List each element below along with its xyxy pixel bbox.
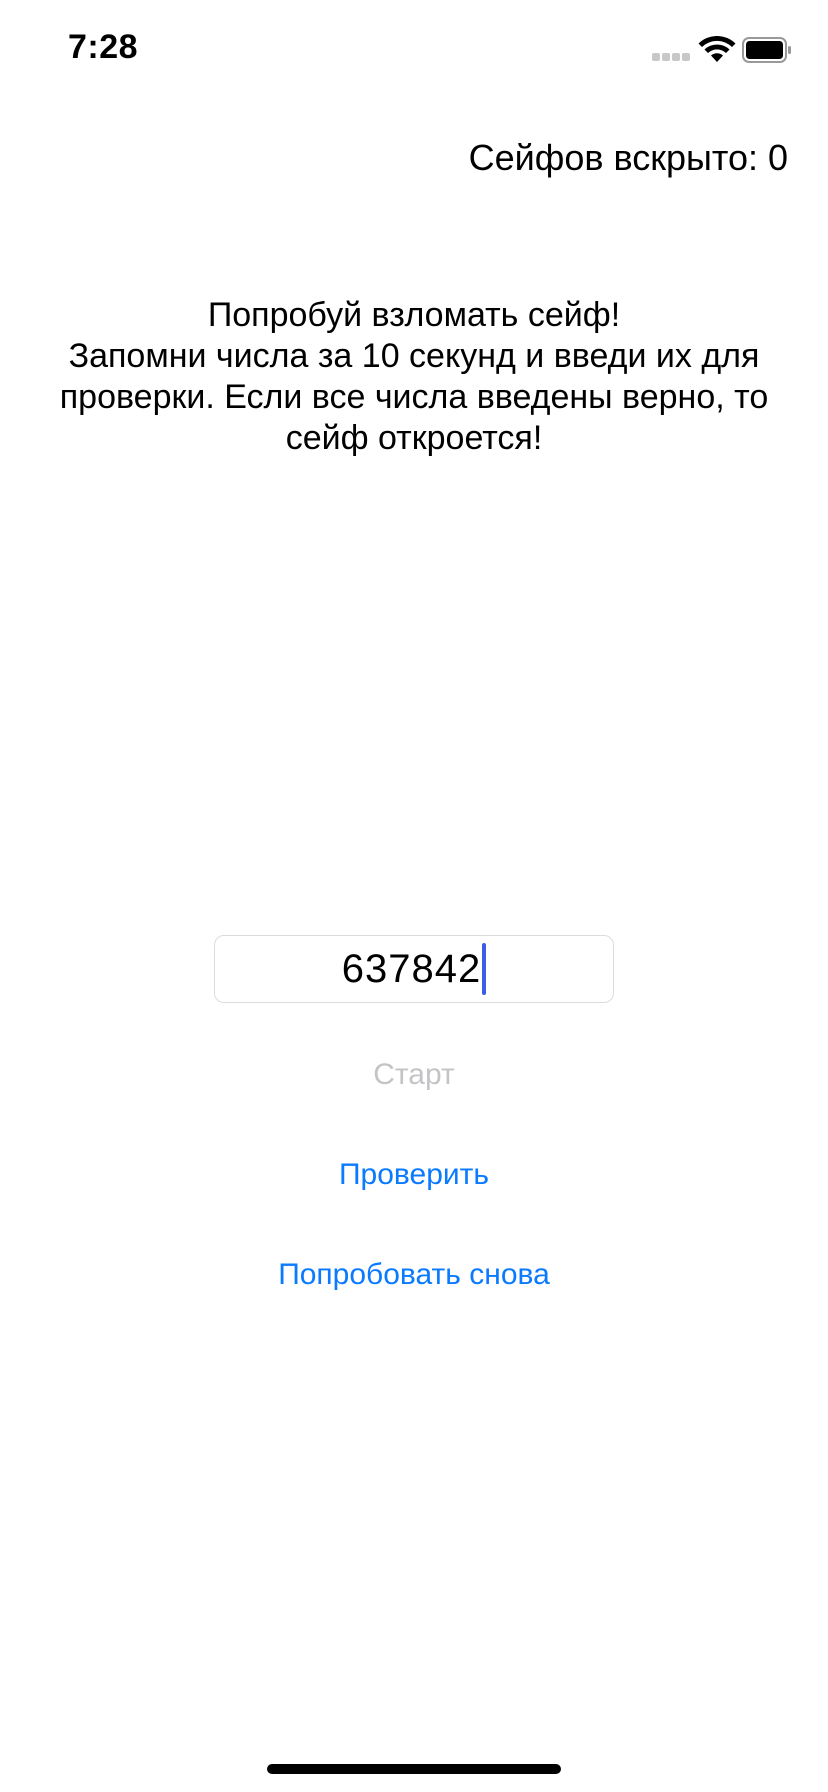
safes-opened-counter: Сейфов вскрыто: 0: [468, 137, 788, 178]
instructions-line: сейф откроется!: [285, 419, 543, 457]
cellular-signal-icon: [652, 53, 690, 61]
try-again-button[interactable]: Попробовать снова: [0, 1255, 828, 1295]
status-time: 7:28: [68, 28, 139, 66]
instructions-text: Попробуй взломать сейф! Запомни числа за…: [48, 295, 780, 459]
battery-icon: [742, 37, 791, 63]
check-button[interactable]: Проверить: [0, 1155, 828, 1195]
text-cursor: [482, 943, 487, 995]
instructions-line: проверки. Если все числа введены верно, …: [59, 378, 769, 416]
status-bar: 7:28: [0, 0, 828, 100]
code-input-field[interactable]: 637842: [214, 935, 614, 1003]
instructions-line: Попробуй взломать сейф!: [207, 296, 621, 334]
start-button[interactable]: Старт: [0, 1055, 828, 1095]
code-input-value: 637842: [341, 947, 482, 991]
home-indicator[interactable]: [267, 1764, 561, 1774]
instructions-line: Запомни числа за 10 секунд и введи их дл…: [68, 337, 760, 375]
wifi-icon: [698, 36, 736, 62]
